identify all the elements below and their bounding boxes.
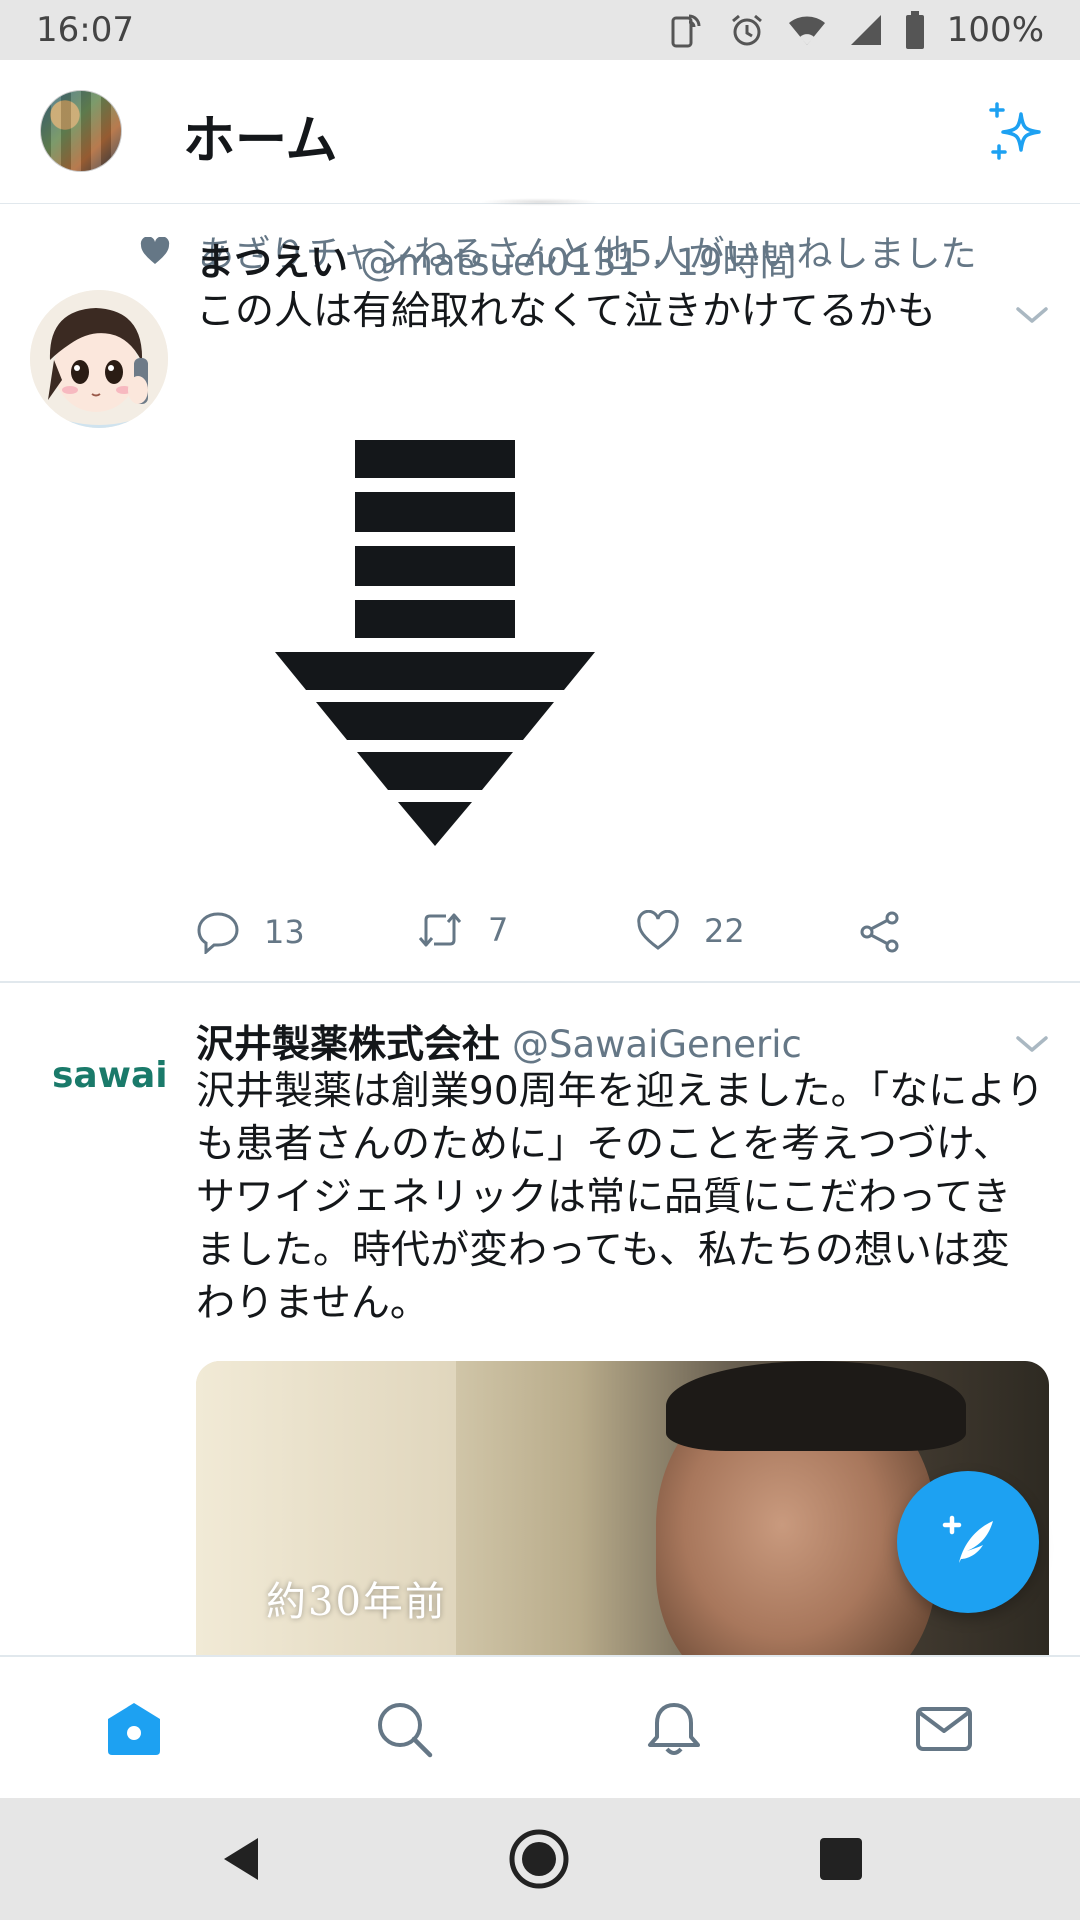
messages-icon[interactable] [914, 1699, 974, 1759]
recents-icon[interactable] [810, 1828, 872, 1890]
back-icon[interactable] [210, 1828, 272, 1890]
retweet-count: 7 [488, 911, 509, 949]
share-button[interactable] [858, 910, 902, 954]
reply-button[interactable]: 13 [196, 910, 305, 954]
retweet-button[interactable]: 7 [416, 910, 508, 950]
avatar[interactable] [30, 290, 168, 428]
retweet-icon [416, 910, 464, 950]
system-nav-bar [0, 1798, 1080, 1920]
reply-count: 13 [264, 913, 305, 951]
nfc-icon [667, 10, 707, 50]
timeline-feed[interactable]: あざりチャンねるさんと他5人がいいねしました まつえい @matsuei0131… [0, 205, 1080, 1655]
display-name[interactable]: まつえい [196, 231, 348, 286]
tweet-header: 沢井製薬株式会社 @SawaiGeneric [196, 1013, 802, 1068]
tweet-text: この人は有給取れなくて泣きかけてるかも [196, 289, 936, 334]
alarm-icon [729, 12, 765, 48]
avatar[interactable]: sawai [52, 1055, 168, 1096]
tweet-actions: 13 7 22 [196, 910, 956, 970]
tweet-header: まつえい @matsuei0131 · 19時間 [196, 231, 797, 286]
reply-icon [196, 910, 240, 954]
sparkle-icon[interactable] [985, 100, 1049, 164]
tweet-divider [0, 981, 1080, 983]
notifications-icon[interactable] [644, 1699, 704, 1759]
signal-icon [849, 13, 883, 47]
heart-small-icon [140, 237, 170, 265]
tweet-text: 沢井製薬は創業90周年を迎えました。「なによりも患者さんのために」そのことを考え… [196, 1069, 1045, 1326]
down-arrow-graphic[interactable] [270, 440, 600, 860]
compose-feather-icon [933, 1505, 1003, 1579]
status-time: 16:07 [36, 10, 134, 50]
bottom-tab-bar [0, 1655, 1080, 1798]
share-icon [858, 910, 902, 954]
compose-tweet-button[interactable] [897, 1471, 1039, 1613]
battery-icon [905, 11, 925, 49]
wifi-icon [787, 13, 827, 47]
status-icons: 100% [667, 10, 1044, 50]
display-name[interactable]: 沢井製薬株式会社 [196, 1013, 500, 1068]
page-title: ホーム [183, 111, 338, 171]
status-bar: 16:07 100% [0, 0, 1080, 60]
like-button[interactable]: 22 [636, 910, 745, 952]
like-count: 22 [704, 912, 745, 950]
chevron-down-icon[interactable] [1014, 1032, 1050, 1056]
home-nav-icon[interactable] [508, 1828, 570, 1890]
handle-and-time: @matsuei0131 · 19時間 [360, 241, 797, 284]
battery-percent: 100% [946, 10, 1044, 50]
handle: @SawaiGeneric [512, 1023, 802, 1066]
video-caption: 約30年前 [266, 1579, 447, 1625]
home-icon[interactable] [104, 1699, 164, 1759]
heart-icon [636, 910, 680, 952]
profile-avatar[interactable] [40, 90, 122, 172]
search-icon[interactable] [374, 1699, 434, 1759]
top-app-bar: ホーム [0, 60, 1080, 204]
